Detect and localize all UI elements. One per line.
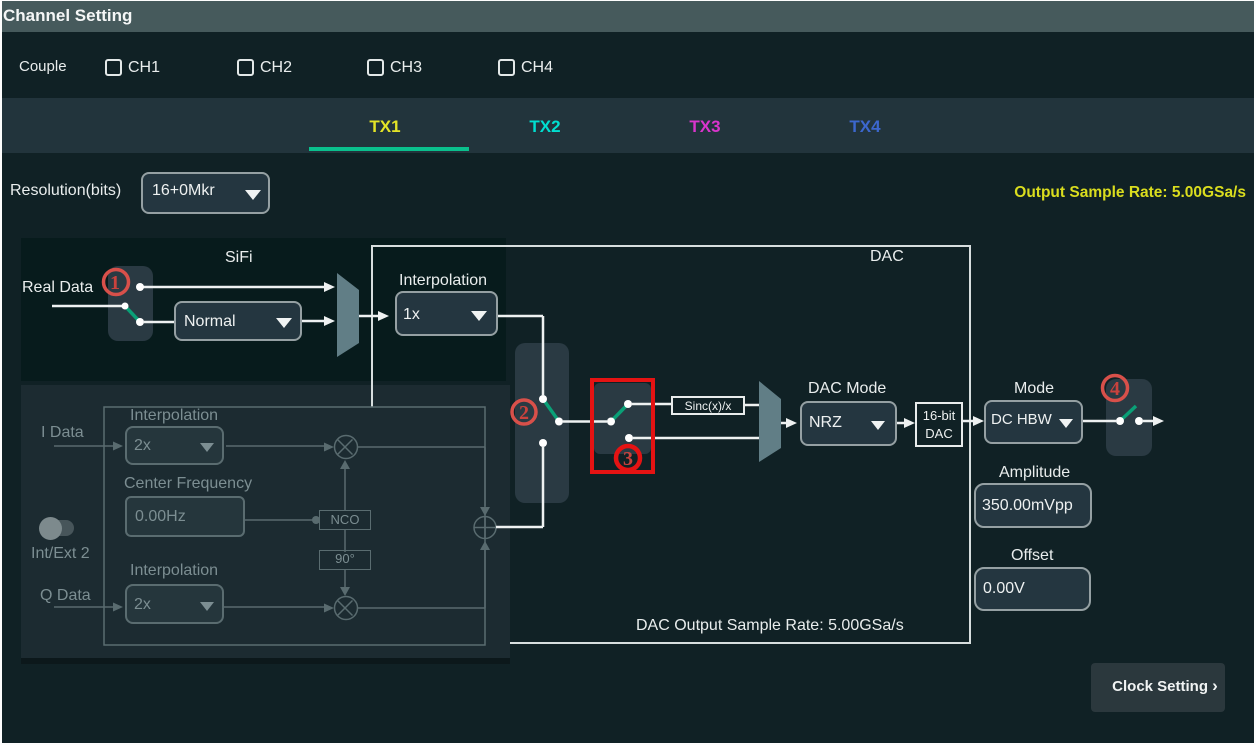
svg-text:1: 1 [110,272,120,294]
svg-text:4: 4 [1110,378,1120,400]
svg-text:3: 3 [623,448,633,470]
svg-text:2: 2 [519,402,529,424]
